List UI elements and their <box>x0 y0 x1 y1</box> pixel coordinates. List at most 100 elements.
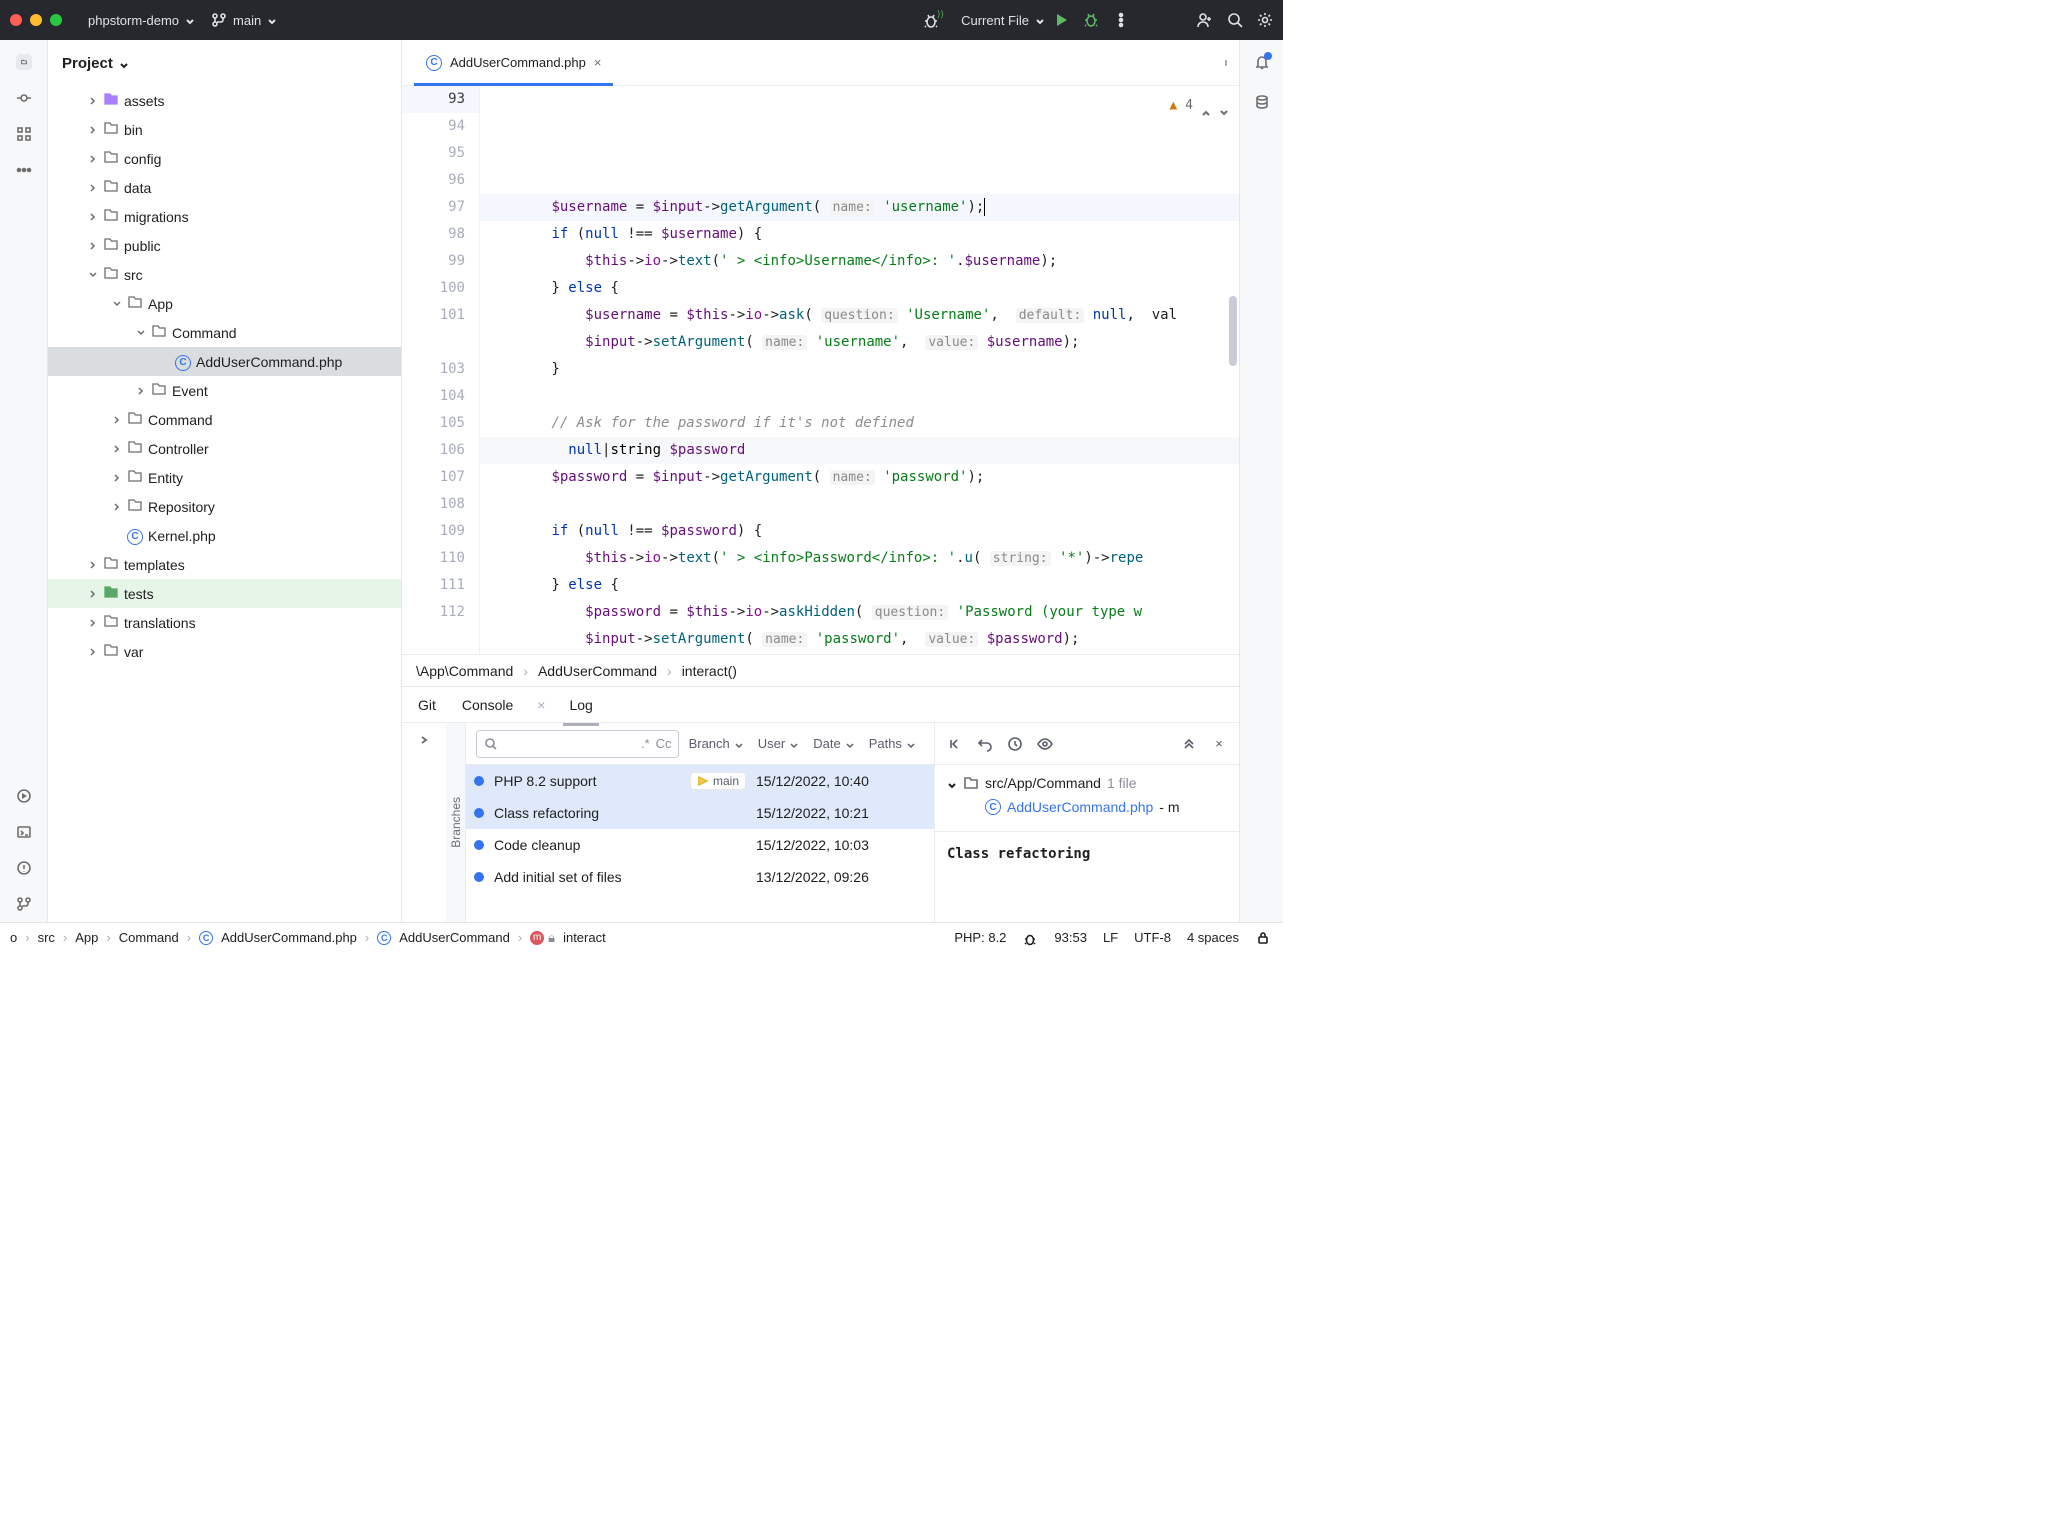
branches-strip[interactable]: Branches <box>446 723 466 922</box>
run-icon[interactable] <box>1053 12 1069 28</box>
tree-row[interactable]: Event <box>48 376 401 405</box>
tree-row[interactable]: Command <box>48 318 401 347</box>
tree-row[interactable]: tests <box>48 579 401 608</box>
expand-icon[interactable] <box>1181 736 1197 752</box>
project-selector[interactable]: phpstorm-demo <box>80 9 203 32</box>
code-area[interactable]: ▲ 4 $username = $input->getArgument( nam… <box>480 86 1239 654</box>
commit-row[interactable]: Add initial set of files13/12/2022, 09:2… <box>466 861 934 893</box>
database-tool-icon[interactable] <box>1254 94 1270 110</box>
history-icon[interactable] <box>1007 736 1023 752</box>
debug-icon[interactable] <box>1083 12 1099 28</box>
window-close-dot[interactable] <box>10 14 22 26</box>
listen-debug-icon[interactable]: ⟩⟩ <box>923 12 939 28</box>
undo-icon[interactable] <box>977 736 993 752</box>
tree-row[interactable]: Controller <box>48 434 401 463</box>
tree-row[interactable]: translations <box>48 608 401 637</box>
tree-row[interactable]: Command <box>48 405 401 434</box>
project-header[interactable]: Project <box>48 40 401 86</box>
tree-row[interactable]: CAddUserCommand.php <box>48 347 401 376</box>
more-actions-icon[interactable] <box>1113 12 1129 28</box>
nb-item[interactable]: interact <box>563 930 606 945</box>
detail-file[interactable]: AddUserCommand.php <box>1007 799 1153 815</box>
services-tool-icon[interactable] <box>16 788 32 804</box>
editor-scrollbar[interactable] <box>1229 296 1237 366</box>
project-tree[interactable]: assets bin config datamigrationspublicsrcAp… <box>48 86 401 922</box>
run-config-selector[interactable]: Current File <box>953 9 1053 32</box>
tree-row[interactable]: migrations <box>48 202 401 231</box>
git-tab-console[interactable]: Console <box>460 693 515 717</box>
git-tab-git[interactable]: Git <box>416 693 438 717</box>
tree-row[interactable]: src <box>48 260 401 289</box>
git-log-search-input[interactable] <box>505 736 635 751</box>
nb-item[interactable]: AddUserCommand <box>399 930 510 945</box>
window-zoom-dot[interactable] <box>50 14 62 26</box>
tab-close-icon[interactable]: × <box>594 55 602 70</box>
git-filter-paths[interactable]: Paths <box>869 736 916 751</box>
commit-row[interactable]: Code cleanup15/12/2022, 10:03 <box>466 829 934 861</box>
notifications-icon[interactable] <box>1254 54 1270 70</box>
settings-icon[interactable] <box>1257 12 1273 28</box>
tree-row[interactable]: templates <box>48 550 401 579</box>
sb-indent[interactable]: 4 spaces <box>1187 930 1239 945</box>
search-icon[interactable] <box>1227 12 1243 28</box>
commit-list[interactable]: PHP 8.2 supportmain15/12/2022, 10:40Clas… <box>466 765 934 922</box>
git-tab-close-icon[interactable]: × <box>537 697 545 713</box>
tree-row[interactable]: assets <box>48 86 401 115</box>
tree-row[interactable]: CKernel.php <box>48 521 401 550</box>
problems-tool-icon[interactable] <box>16 860 32 876</box>
tree-row[interactable]: data <box>48 173 401 202</box>
commit-row[interactable]: PHP 8.2 supportmain15/12/2022, 10:40 <box>466 765 934 797</box>
navigation-bar[interactable]: o› src› App› Command› C AddUserCommand.p… <box>0 930 954 946</box>
git-filter-date[interactable]: Date <box>813 736 854 751</box>
rebase-icon[interactable] <box>947 736 963 752</box>
structure-tool-icon[interactable] <box>16 126 32 142</box>
git-tab-log[interactable]: Log <box>567 693 594 717</box>
tree-row[interactable]: Repository <box>48 492 401 521</box>
nb-item[interactable]: o <box>10 930 17 945</box>
git-log-search[interactable]: .* Cc <box>476 730 679 758</box>
inspection-widget[interactable]: ▲ 4 <box>1169 92 1229 119</box>
terminal-tool-icon[interactable] <box>16 824 32 840</box>
code-with-me-icon[interactable] <box>1197 12 1213 28</box>
branch-selector[interactable]: main <box>203 8 285 32</box>
editor-tab[interactable]: C AddUserCommand.php × <box>414 40 613 85</box>
git-filter-branch[interactable]: Branch <box>689 736 744 751</box>
sb-enc[interactable]: UTF-8 <box>1134 930 1171 945</box>
php-class-icon: C <box>985 799 1001 815</box>
more-tool-icon[interactable] <box>16 162 32 178</box>
gutter[interactable]: 9394959697989910010110310410510610710810… <box>402 86 480 654</box>
bc-item[interactable]: AddUserCommand <box>538 663 657 679</box>
git-tool-icon[interactable] <box>16 896 32 912</box>
readonly-icon[interactable] <box>1255 930 1271 946</box>
bc-item[interactable]: \App\Command <box>416 663 513 679</box>
commit-tool-icon[interactable] <box>16 90 32 106</box>
nb-item[interactable]: src <box>38 930 55 945</box>
window-minimize-dot[interactable] <box>30 14 42 26</box>
project-tool-icon[interactable] <box>16 54 32 70</box>
preview-icon[interactable] <box>1037 736 1053 752</box>
tree-label: config <box>124 151 161 167</box>
tree-row[interactable]: bin <box>48 115 401 144</box>
collapse-icon[interactable] <box>419 733 429 743</box>
tree-label: assets <box>124 93 164 109</box>
commit-row[interactable]: Class refactoring15/12/2022, 10:21 <box>466 797 934 829</box>
regex-toggle[interactable]: .* <box>641 736 650 751</box>
tree-row[interactable]: App <box>48 289 401 318</box>
editor-tab-menu-icon[interactable] <box>1223 55 1239 71</box>
editor-breadcrumb[interactable]: \App\Command › AddUserCommand › interact… <box>402 654 1239 686</box>
nb-item[interactable]: App <box>75 930 98 945</box>
sb-pos[interactable]: 93:53 <box>1054 930 1087 945</box>
close-detail-icon[interactable]: × <box>1211 736 1227 752</box>
tree-row[interactable]: config <box>48 144 401 173</box>
nb-item[interactable]: AddUserCommand.php <box>221 930 357 945</box>
sb-php[interactable]: PHP: 8.2 <box>954 930 1006 945</box>
case-toggle[interactable]: Cc <box>656 736 672 751</box>
git-filter-user[interactable]: User <box>758 736 799 751</box>
tree-row[interactable]: Entity <box>48 463 401 492</box>
listen-debug-status-icon[interactable] <box>1022 930 1038 946</box>
nb-item[interactable]: Command <box>119 930 179 945</box>
bc-item[interactable]: interact() <box>682 663 737 679</box>
tree-row[interactable]: var <box>48 637 401 666</box>
sb-lf[interactable]: LF <box>1103 930 1118 945</box>
tree-row[interactable]: public <box>48 231 401 260</box>
